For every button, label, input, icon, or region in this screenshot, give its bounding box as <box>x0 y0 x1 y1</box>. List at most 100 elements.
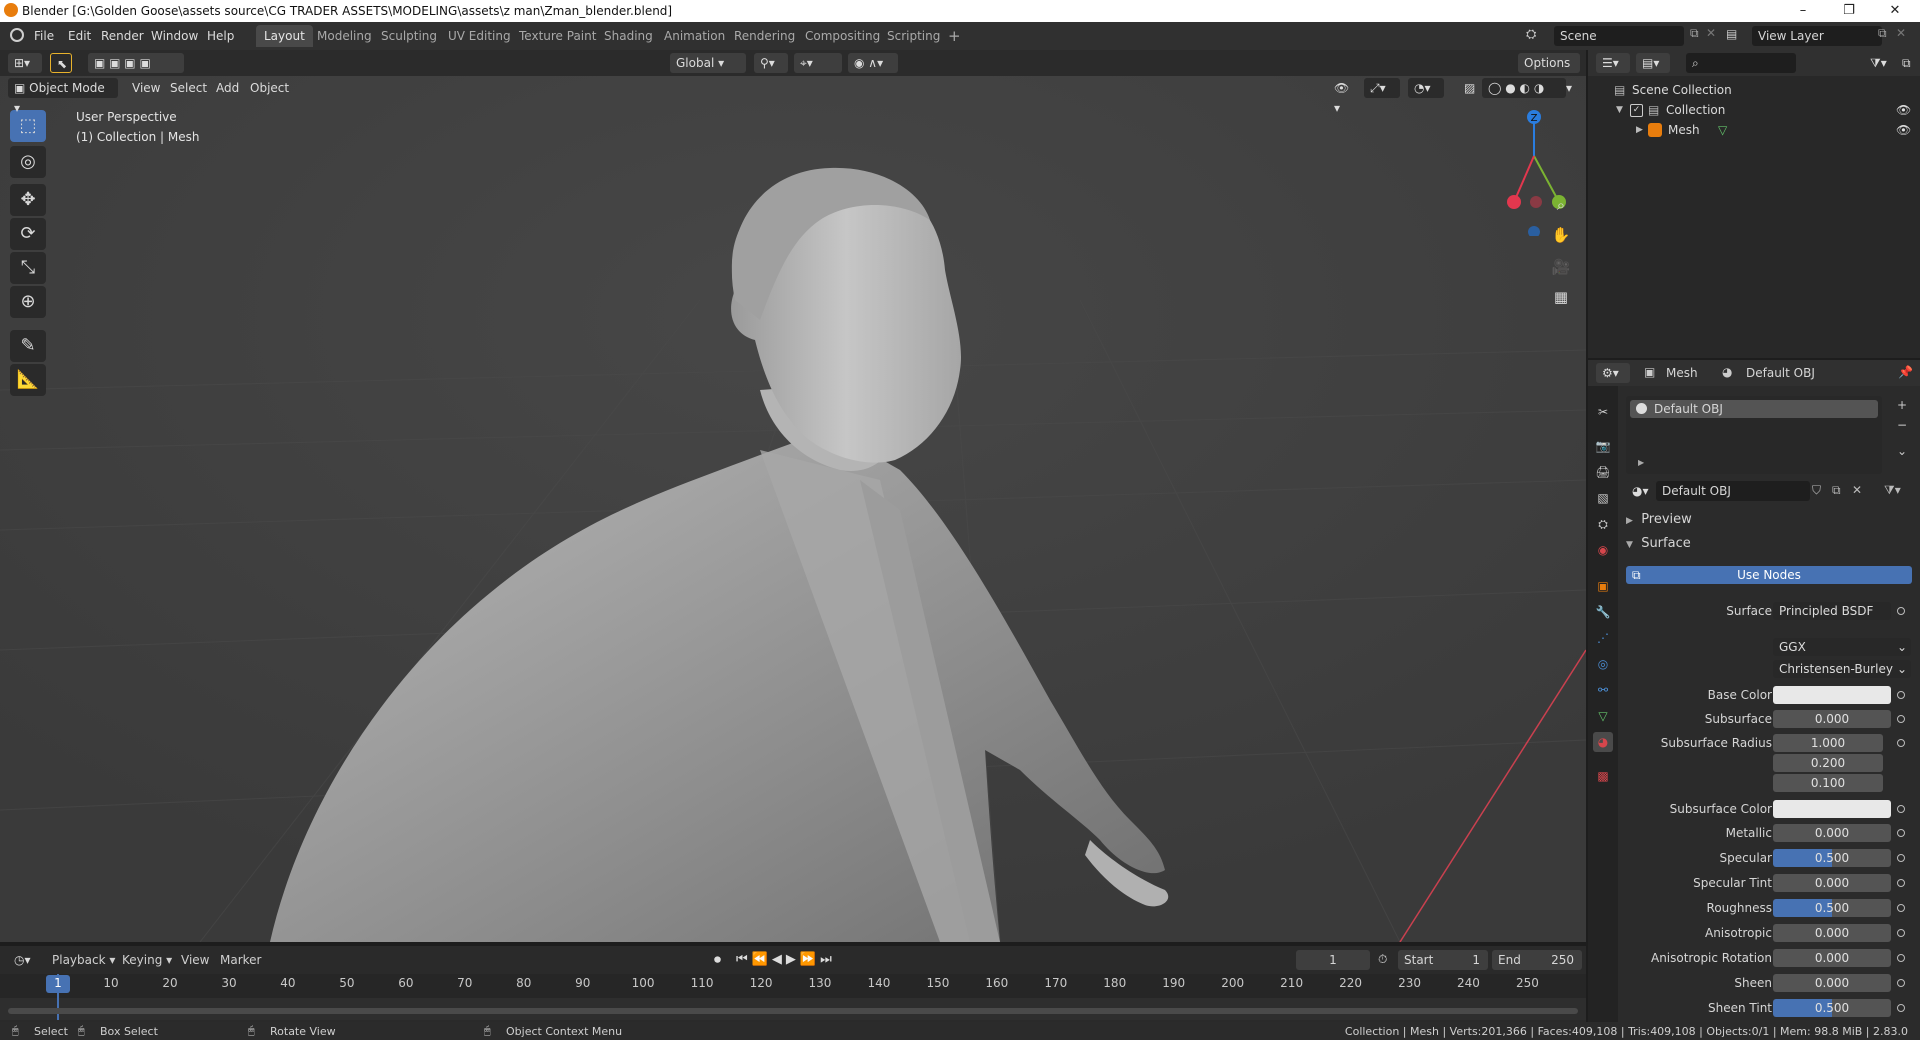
proportional-edit-icon[interactable]: ◉ ∧▾ <box>848 53 898 73</box>
sheen-field[interactable]: 0.000 <box>1773 974 1891 992</box>
world-tab-icon[interactable]: ◉ <box>1593 540 1613 560</box>
playback-controls-icon[interactable]: ⏮⏪◀▶⏩⏭ <box>736 952 836 967</box>
constraints-tab-icon[interactable]: ⚯ <box>1593 680 1613 700</box>
mesh-expand-icon[interactable]: ▶ <box>1636 120 1643 140</box>
specular-socket-icon[interactable] <box>1897 854 1905 862</box>
preview-panel-header[interactable]: ▶ Preview <box>1626 512 1906 532</box>
timer-icon[interactable]: ⏱ <box>1378 952 1387 967</box>
zoom-icon[interactable]: ⌕ <box>1548 192 1574 218</box>
fake-user-shield-icon[interactable]: ⛉ <box>1812 483 1821 498</box>
tab-texture-paint[interactable]: Texture Paint <box>511 25 604 47</box>
close-button[interactable]: ✕ <box>1872 0 1918 22</box>
slot-specials-chevron-icon[interactable]: ⌄ <box>1894 444 1910 460</box>
scene-tab-icon[interactable]: ⛭ <box>1593 514 1613 534</box>
menu-file[interactable]: File <box>34 29 54 43</box>
add-workspace-button[interactable]: + <box>940 25 969 47</box>
specular-tint-field[interactable]: 0.000 <box>1773 874 1891 892</box>
selection-modes-icon[interactable]: ▣ ▣ ▣ ▣ <box>88 53 184 73</box>
tab-uv-editing[interactable]: UV Editing <box>440 25 519 47</box>
viewport-menu-object[interactable]: Object <box>250 81 289 95</box>
cursor-tool[interactable]: ◎ <box>10 146 46 178</box>
material-browse-icon[interactable]: ◕▾ <box>1626 481 1656 501</box>
menu-window[interactable]: Window <box>151 29 198 43</box>
metallic-field[interactable]: 0.000 <box>1773 824 1891 842</box>
minimize-button[interactable]: – <box>1780 0 1826 22</box>
value-4-field[interactable]: 0.100 <box>1773 774 1883 792</box>
surface-socket-icon[interactable] <box>1897 607 1905 615</box>
pan-hand-icon[interactable]: ✋ <box>1548 222 1574 248</box>
anisotropic-rotation-socket-icon[interactable] <box>1897 954 1905 962</box>
pin-icon[interactable]: 📌 <box>1898 365 1913 379</box>
surface-panel-header[interactable]: ▼ Surface <box>1626 536 1906 556</box>
subsurface-socket-icon[interactable] <box>1897 715 1905 723</box>
material-name-field[interactable]: Default OBJ <box>1656 481 1810 501</box>
move-tool[interactable]: ✥ <box>10 184 46 216</box>
timeline-menu-keying[interactable]: Keying ▾ <box>122 953 172 967</box>
roughness-field[interactable]: 0.500 <box>1773 899 1891 917</box>
metallic-socket-icon[interactable] <box>1897 829 1905 837</box>
snap-icon[interactable]: ⌖▾ <box>794 53 842 73</box>
anisotropic-field[interactable]: 0.000 <box>1773 924 1891 942</box>
timeline-menu-view[interactable]: View <box>181 953 209 967</box>
add-slot-button[interactable]: + <box>1894 398 1910 414</box>
anisotropic-rotation-field[interactable]: 0.000 <box>1773 949 1891 967</box>
surface-shader-dropdown[interactable]: Principled BSDF <box>1773 602 1891 620</box>
subsurface-radius-field[interactable]: 1.000 <box>1773 734 1883 752</box>
current-frame-field[interactable]: 1 <box>1296 950 1370 970</box>
end-frame-field[interactable]: End 250 <box>1492 950 1582 970</box>
timeline-menu-playback[interactable]: Playback ▾ <box>52 953 115 967</box>
gizmo-toggle-icon[interactable]: ⤢▾ <box>1364 78 1400 98</box>
new-view-layer-icon[interactable]: ⧉ <box>1878 26 1887 41</box>
tab-layout[interactable]: Layout <box>256 25 313 47</box>
scene-icon[interactable]: ⛭ <box>1526 27 1536 42</box>
record-icon[interactable]: ⏺ <box>714 952 721 968</box>
outliner-filter-icon[interactable]: ⧩▾ <box>1864 53 1894 73</box>
timeline-scrollbar[interactable] <box>8 1008 1578 1014</box>
sheen-socket-icon[interactable] <box>1897 979 1905 987</box>
anisotropic-socket-icon[interactable] <box>1897 929 1905 937</box>
3d-viewport[interactable]: ⬚ ◎ ✥ ⟳ ⤡ ⊕ ✎ 📐 User Perspective (1) Col… <box>0 50 1586 942</box>
annotate-tool[interactable]: ✎ <box>10 330 46 362</box>
tab-animation[interactable]: Animation <box>656 25 733 47</box>
camera-icon[interactable]: 🎥 <box>1548 254 1574 280</box>
timeline-editor-type-icon[interactable]: ◷▾ <box>8 950 42 970</box>
use-nodes-button[interactable]: ⧉ Use Nodes <box>1626 566 1912 584</box>
tool-tab-icon[interactable]: ✂ <box>1593 402 1613 422</box>
scene-name-field[interactable]: Scene <box>1554 26 1684 46</box>
options-dropdown[interactable]: Options ▾ <box>1518 53 1580 90</box>
outliner-row-collection[interactable]: ▼ ✓ ▤ Collection 👁 <box>1588 100 1920 120</box>
material-slot-item[interactable]: Default OBJ <box>1630 400 1878 418</box>
subsurface-field[interactable]: 0.000 <box>1773 710 1891 728</box>
properties-editor-type-icon[interactable]: ⚙▾ <box>1596 363 1630 383</box>
view-layer-tab-icon[interactable]: ▧ <box>1593 488 1613 508</box>
distribution-dropdown[interactable]: GGX ⌄ <box>1773 638 1911 656</box>
outliner-row-scene-collection[interactable]: ▤ Scene Collection <box>1588 80 1920 100</box>
unlink-material-icon[interactable]: ✕ <box>1852 483 1862 497</box>
material-link-filter-icon[interactable]: ⧩▾ <box>1884 483 1901 498</box>
transform-orientation-dropdown[interactable]: Global ▾ <box>670 53 746 73</box>
subsurface-radius-socket-icon[interactable] <box>1897 739 1905 747</box>
overlay-toggle-icon[interactable]: ◔▾ <box>1408 78 1444 98</box>
menu-help[interactable]: Help <box>207 29 234 43</box>
outliner-row-mesh[interactable]: ▶ Mesh ▽ 👁 <box>1588 120 1920 140</box>
tab-scripting[interactable]: Scripting <box>879 25 948 47</box>
pivot-point-icon[interactable]: ⚲▾ <box>754 53 788 73</box>
blender-menu-icon[interactable] <box>10 28 24 42</box>
tab-sculpting[interactable]: Sculpting <box>373 25 445 47</box>
tab-modeling[interactable]: Modeling <box>309 25 380 47</box>
editor-type-icon[interactable]: ⊞▾ <box>8 53 42 73</box>
delete-view-layer-icon[interactable]: ✕ <box>1896 26 1906 40</box>
modifier-tab-icon[interactable]: 🔧 <box>1593 602 1613 622</box>
shading-options-chevron-icon[interactable]: ▾ <box>1566 78 1582 98</box>
value-3-field[interactable]: 0.200 <box>1773 754 1883 772</box>
mesh-data-tab-icon[interactable]: ▽ <box>1593 706 1613 726</box>
mode-dropdown[interactable]: ▣ Object Mode ▾ <box>8 78 118 115</box>
object-tab-icon[interactable]: ▣ <box>1593 576 1613 596</box>
slot-list-expand-icon[interactable]: ▶ <box>1638 458 1644 467</box>
outliner-display-mode-icon[interactable]: ▤▾ <box>1636 53 1670 73</box>
start-frame-field[interactable]: Start 1 <box>1398 950 1488 970</box>
maximize-button[interactable]: ❐ <box>1826 0 1872 22</box>
physics-tab-icon[interactable]: ◎ <box>1593 654 1613 674</box>
sheen-tint-field[interactable]: 0.500 <box>1773 999 1891 1017</box>
perspective-grid-icon[interactable]: ▦ <box>1548 284 1574 310</box>
